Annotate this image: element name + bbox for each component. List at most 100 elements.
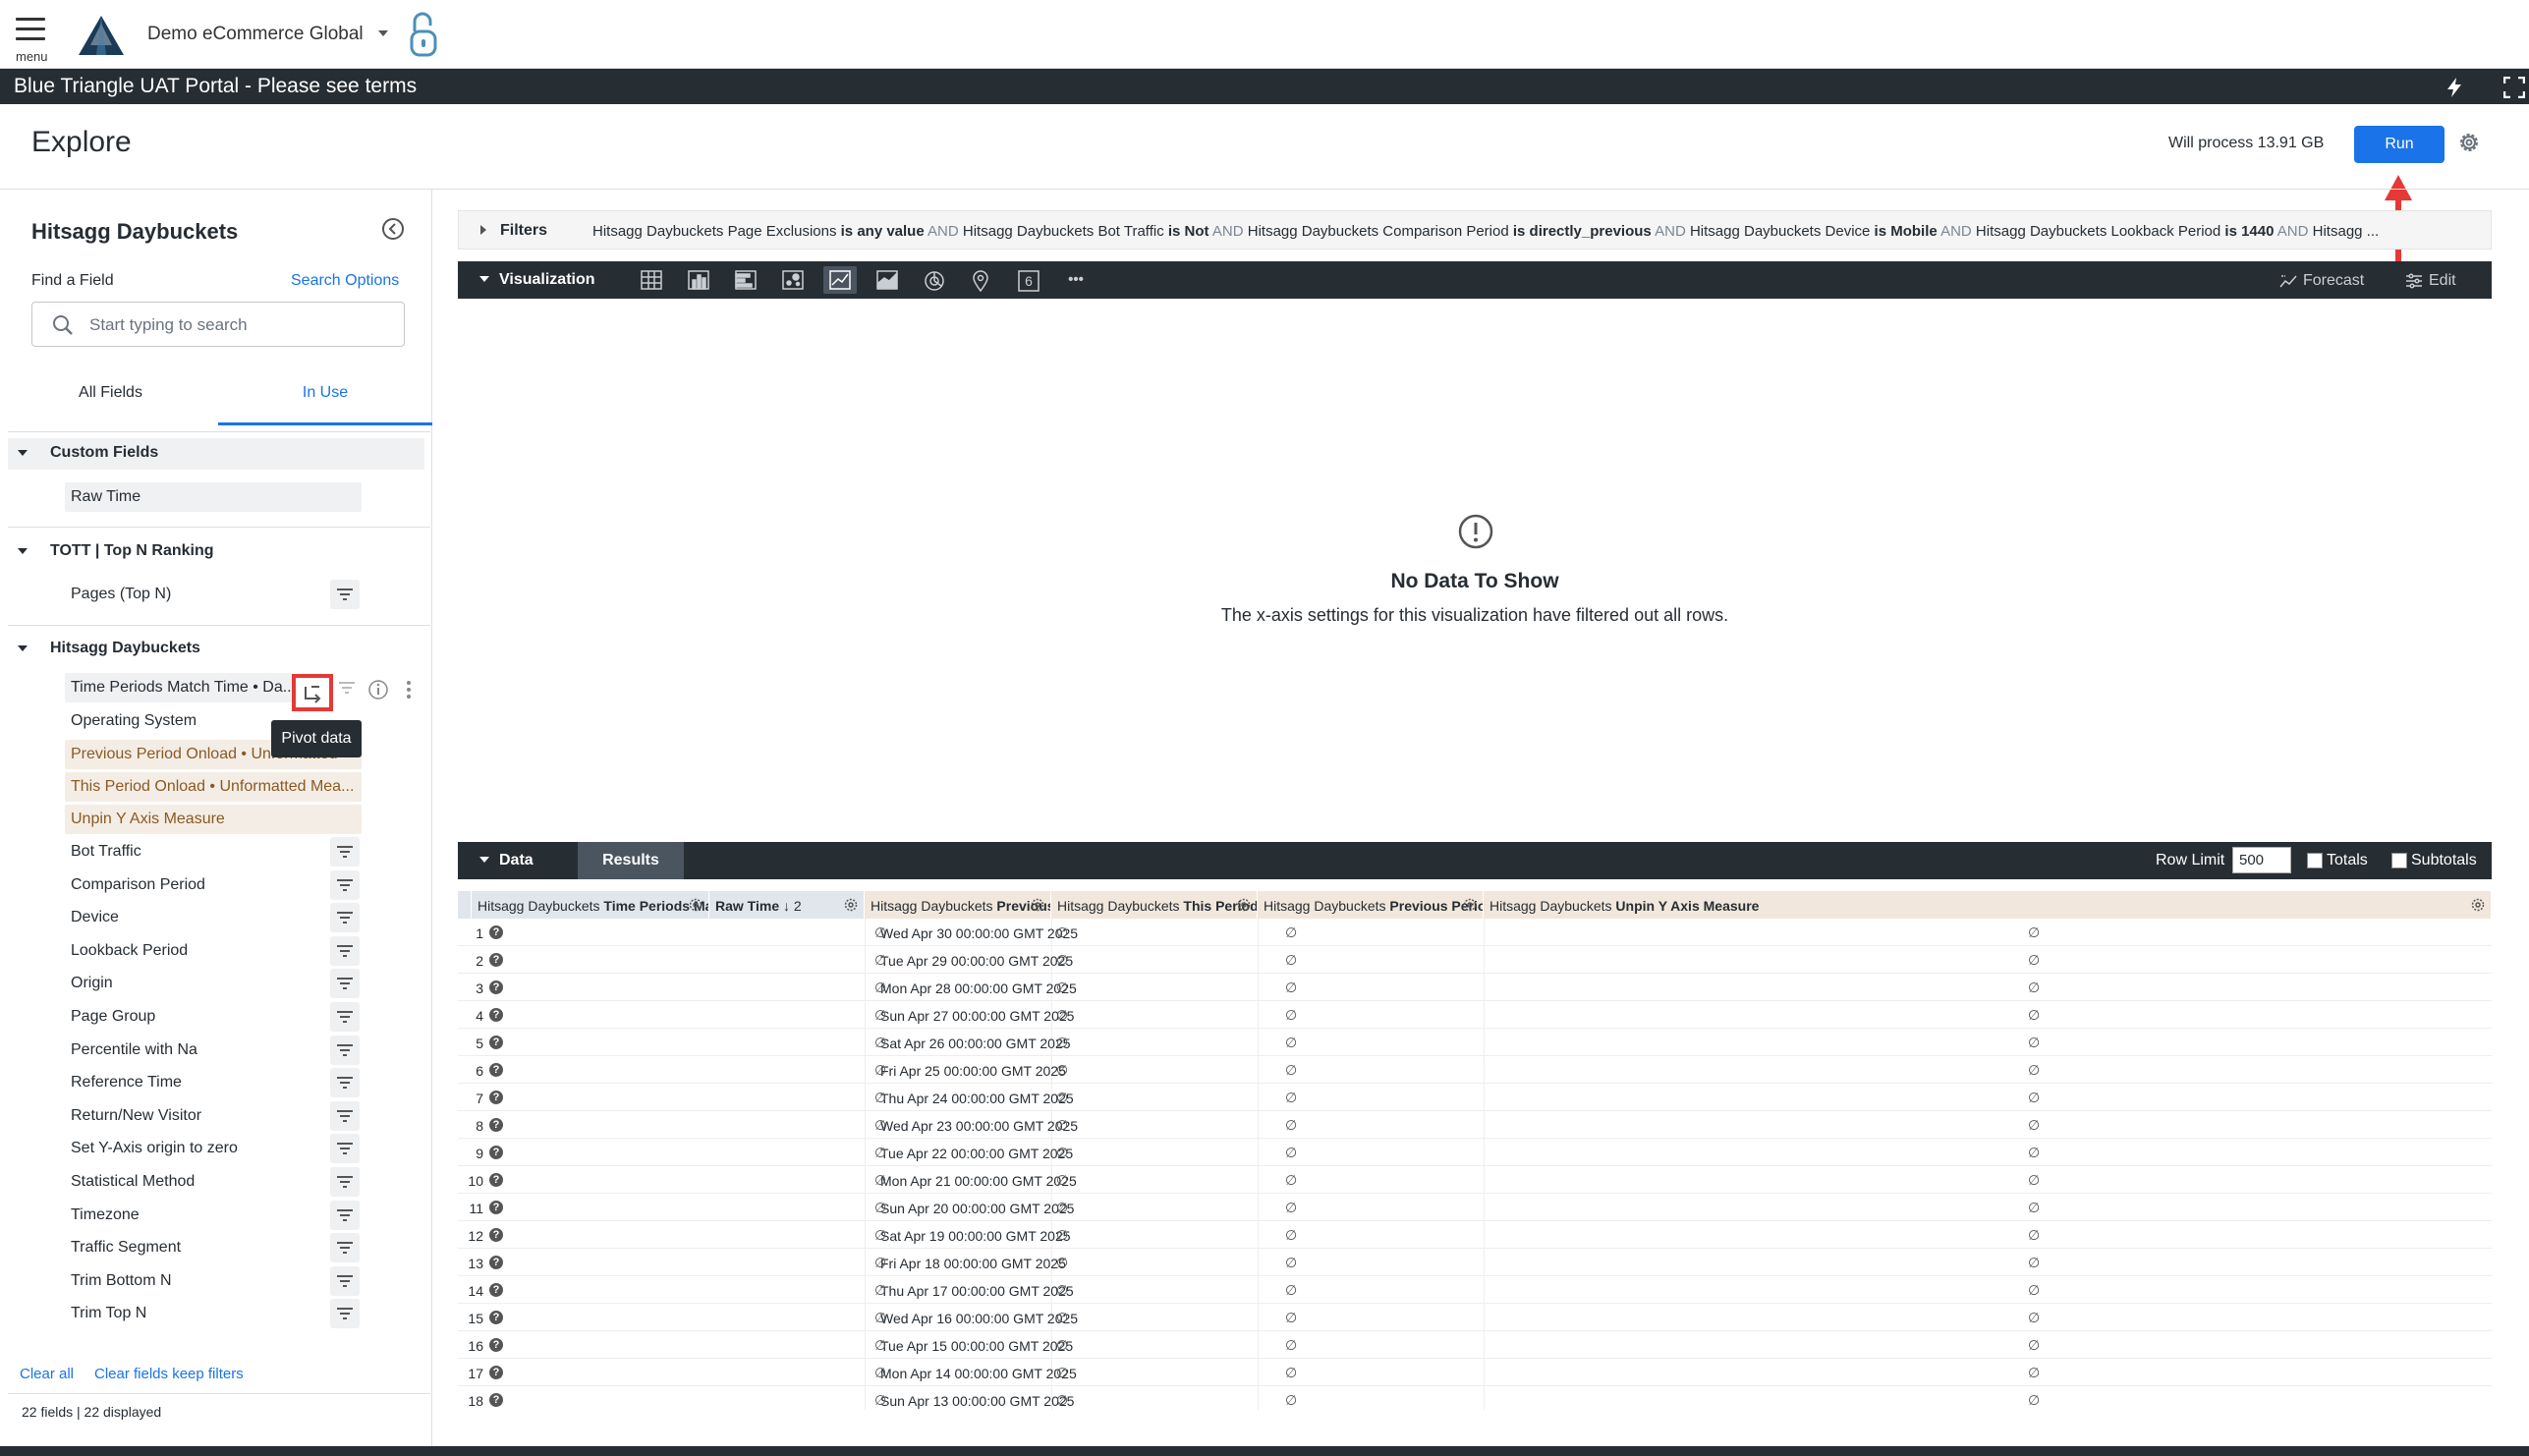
column-gear-icon[interactable] [2470,897,2486,913]
field-time-periods-match-time[interactable]: Time Periods Match Time • Da... [65,673,293,702]
column-gear-icon[interactable] [1462,897,1478,913]
tab-results[interactable]: Results [578,842,684,879]
clear-all-link[interactable]: Clear all [20,1366,74,1382]
column-chart-icon[interactable] [682,266,715,294]
field-page-group[interactable]: Page Group [65,1002,320,1032]
filter-icon[interactable] [330,1002,360,1032]
table-row[interactable]: 14? Thu Apr 17 00:00:00 GMT 2025 ∅ ∅ ∅ ∅ [458,1276,2492,1304]
tab-data[interactable]: Data [499,852,534,869]
totals-checkbox[interactable] [2307,853,2323,868]
line-chart-icon[interactable] [823,266,857,294]
field-search-input[interactable]: Start typing to search [31,302,405,347]
tab-all-fields[interactable]: All Fields [0,366,221,425]
field-comparison-period[interactable]: Comparison Period [65,870,320,900]
table-row[interactable]: 1? Wed Apr 30 00:00:00 GMT 2025 ∅ ∅ ∅ ∅ [458,919,2492,946]
table-row[interactable]: 12? Sat Apr 19 00:00:00 GMT 2025 ∅ ∅ ∅ ∅ [458,1221,2492,1249]
filter-icon[interactable] [330,903,360,933]
field-origin[interactable]: Origin [65,969,320,998]
field-traffic-segment[interactable]: Traffic Segment [65,1233,320,1262]
field-this-period-onload[interactable]: This Period Onload • Unformatted Mea... [65,772,362,802]
table-row[interactable]: 8? Wed Apr 23 00:00:00 GMT 2025 ∅ ∅ ∅ ∅ [458,1111,2492,1139]
field-lookback-period[interactable]: Lookback Period [65,936,320,966]
filter-icon[interactable] [330,935,360,966]
table-row[interactable]: 10? Mon Apr 21 00:00:00 GMT 2025 ∅ ∅ ∅ ∅ [458,1166,2492,1194]
field-set-y-axis-origin-to-zero[interactable]: Set Y-Axis origin to zero [65,1134,320,1163]
field-device[interactable]: Device [65,903,320,932]
filter-icon[interactable] [330,1068,360,1098]
fullscreen-icon[interactable] [2503,77,2525,98]
field-percentile-with-na[interactable]: Percentile with Na [65,1036,320,1065]
scatter-icon[interactable] [776,266,810,294]
column-header-previous-time[interactable]: Hitsagg Daybuckets Previous Time [865,891,1051,919]
filter-icon[interactable] [330,969,360,999]
collapse-sidebar-icon[interactable] [381,217,405,241]
filter-icon[interactable] [330,1035,360,1065]
table-row[interactable]: 7? Thu Apr 24 00:00:00 GMT 2025 ∅ ∅ ∅ ∅ [458,1084,2492,1111]
unlock-icon[interactable] [409,10,438,59]
search-options-link[interactable]: Search Options [291,272,399,290]
field-reference-time[interactable]: Reference Time [65,1068,320,1097]
menu-button[interactable]: menu [14,16,49,64]
field-raw-time[interactable]: Raw Time [65,482,362,512]
row-limit-input[interactable] [2232,847,2291,873]
filter-icon[interactable] [330,1233,360,1263]
area-chart-icon[interactable] [871,266,904,294]
column-header-unpin-y-axis-measure[interactable]: Hitsagg Daybuckets Unpin Y Axis Measure [1484,891,2492,919]
pivot-data-button[interactable] [292,674,333,711]
caret-right-icon[interactable] [480,225,487,235]
filter-icon[interactable] [330,1200,360,1230]
field-unpin-y-axis-measure[interactable]: Unpin Y Axis Measure [65,805,362,834]
table-row[interactable]: 16? Tue Apr 15 00:00:00 GMT 2025 ∅ ∅ ∅ ∅ [458,1331,2492,1359]
field-trim-bottom-n[interactable]: Trim Bottom N [65,1266,320,1296]
filter-icon[interactable] [330,1167,360,1197]
filters-bar[interactable]: Filters Hitsagg Daybuckets Page Exclusio… [458,210,2492,250]
table-row[interactable]: 15? Wed Apr 16 00:00:00 GMT 2025 ∅ ∅ ∅ ∅ [458,1304,2492,1331]
group-header-hitsagg[interactable]: Hitsagg Daybuckets [8,634,424,665]
table-icon[interactable] [635,266,668,294]
field-trim-top-n[interactable]: Trim Top N [65,1299,320,1328]
filter-icon[interactable] [330,1299,360,1329]
group-header-custom-fields[interactable]: Custom Fields [8,438,424,470]
pie-chart-icon[interactable] [918,266,951,294]
company-name[interactable]: Demo eCommerce Global [147,24,364,45]
group-header-tott[interactable]: TOTT | Top N Ranking [8,536,424,568]
table-row[interactable]: 3? Mon Apr 28 00:00:00 GMT 2025 ∅ ∅ ∅ ∅ [458,974,2492,1001]
table-row[interactable]: 13? Fri Apr 18 00:00:00 GMT 2025 ∅ ∅ ∅ ∅ [458,1249,2492,1276]
column-gear-icon[interactable] [688,897,703,913]
column-gear-icon[interactable] [1030,897,1045,913]
filter-icon[interactable] [330,1100,360,1131]
info-icon[interactable] [367,679,389,700]
caret-down-icon[interactable] [479,857,489,864]
filter-icon[interactable] [330,869,360,900]
table-row[interactable]: 5? Sat Apr 26 00:00:00 GMT 2025 ∅ ∅ ∅ ∅ [458,1029,2492,1056]
column-header-raw-time[interactable]: Raw Time ↓ 2 [709,891,865,919]
clear-fields-keep-filters-link[interactable]: Clear fields keep filters [94,1366,244,1382]
brand-logo-icon[interactable] [77,14,126,57]
caret-down-icon[interactable] [479,276,489,283]
table-row[interactable]: 2? Tue Apr 29 00:00:00 GMT 2025 ∅ ∅ ∅ ∅ [458,946,2492,974]
table-row[interactable]: 18? Sun Apr 13 00:00:00 GMT 2025 ∅ ∅ ∅ ∅ [458,1386,2492,1410]
filter-icon[interactable] [330,1265,360,1296]
filter-icon[interactable] [338,681,356,695]
chevron-down-icon[interactable] [377,29,389,37]
tab-in-use[interactable]: In Use [218,366,432,425]
table-row[interactable]: 11? Sun Apr 20 00:00:00 GMT 2025 ∅ ∅ ∅ ∅ [458,1194,2492,1221]
field-statistical-method[interactable]: Statistical Method [65,1167,320,1197]
field-timezone[interactable]: Timezone [65,1201,320,1230]
lightning-bolt-icon[interactable] [2445,77,2464,98]
more-icon[interactable]: ••• [1059,271,1093,299]
map-pin-icon[interactable] [965,266,998,294]
filter-icon[interactable] [330,1134,360,1164]
filter-icon[interactable] [330,837,360,867]
gear-icon[interactable] [2456,130,2482,155]
table-row[interactable]: 6? Fri Apr 25 00:00:00 GMT 2025 ∅ ∅ ∅ ∅ [458,1056,2492,1084]
subtotals-checkbox[interactable] [2391,853,2407,868]
column-gear-icon[interactable] [843,897,859,913]
table-row[interactable]: 17? Mon Apr 14 00:00:00 GMT 2025 ∅ ∅ ∅ ∅ [458,1359,2492,1386]
column-header-this-period-onload[interactable]: Hitsagg Daybuckets This Period Onload [1051,891,1258,919]
field-pages-top-n[interactable]: Pages (Top N) [65,580,320,609]
forecast-button[interactable]: Forecast [2303,272,2364,290]
field-bot-traffic[interactable]: Bot Traffic [65,837,320,867]
column-gear-icon[interactable] [1236,897,1252,913]
table-row[interactable]: 9? Tue Apr 22 00:00:00 GMT 2025 ∅ ∅ ∅ ∅ [458,1139,2492,1166]
